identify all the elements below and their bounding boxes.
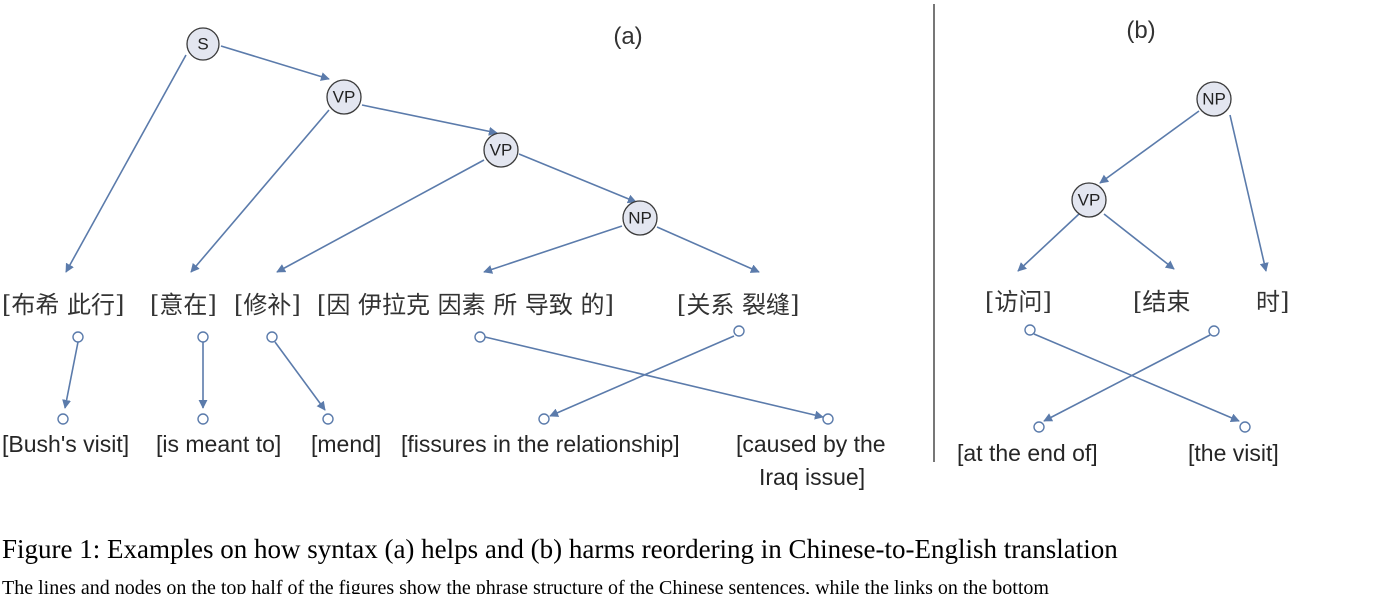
panel-a-alignment-links [62,335,824,420]
edge-vp2-to-xiubu [276,159,485,273]
node-vp-b: VP [1071,182,1107,218]
zh-phrase-jieshu: [结束 [1133,288,1190,316]
zh-phrase-iraq-caused: [因 伊拉克 因素 所 导致 的] [317,291,614,319]
en-phrase-caused-by-the: [caused by the [736,431,886,457]
link-jieshu [1043,334,1211,422]
node-vp-b-label: VP [1078,191,1101,210]
edge-vp1-to-vp2 [361,104,498,136]
port [266,331,278,343]
panel-b-chinese-sentence: [访问] [结束 时] [985,288,1289,316]
port [1033,421,1045,433]
panel-a: (a) S VP VP NP [布希 此行] [意在] [修补] [因 伊拉克 … [2,23,886,490]
edge-vp-to-fangwen [1017,213,1080,272]
node-vp-1-label: VP [333,88,356,107]
node-np-b: NP [1196,81,1232,117]
panel-b: (b) NP VP [访问] [结束 时] [at the end of] [t… [957,17,1289,466]
zh-phrase-yizai: [意在] [150,291,217,319]
panel-b-label: (b) [1126,17,1155,44]
node-np-b-label: NP [1202,90,1226,109]
node-vp-2: VP [483,132,519,168]
zh-phrase-bush-visit: [布希 此行] [2,291,124,319]
edge-np-to-shi [1229,114,1269,272]
panel-a-link-ports [57,325,834,425]
en-phrase-iraq-issue: Iraq issue] [759,464,865,490]
port [1208,325,1220,337]
en-phrase-at-the-end-of: [at the end of] [957,440,1098,466]
link-xiubu [274,341,326,411]
panel-a-chinese-sentence: [布希 此行] [意在] [修补] [因 伊拉克 因素 所 导致 的] [关系 … [2,291,799,319]
port [57,413,69,425]
node-vp-1: VP [326,79,362,115]
link-fangwen [1033,333,1240,422]
caption-title: Figure 1: Examples on how syntax (a) hel… [2,534,1118,564]
edge-np-to-guanxi [656,226,760,273]
panel-b-tree-edges [1017,110,1269,272]
port [1239,421,1251,433]
en-phrase-the-visit: [the visit] [1188,440,1279,466]
en-phrase-bush-visit: [Bush's visit] [2,431,129,457]
port [733,325,745,337]
edge-np-to-yin [483,225,623,274]
panel-b-alignment-links [1033,333,1240,422]
node-vp-2-label: VP [490,141,513,160]
panel-b-english-sentence: [at the end of] [the visit] [957,440,1279,466]
link-bush [62,341,79,409]
en-phrase-is-meant-to: [is meant to] [156,431,281,457]
port [322,413,334,425]
port [1024,324,1036,336]
node-np: NP [622,200,658,236]
port [197,331,209,343]
edge-vp1-to-yizai [190,109,330,273]
node-np-label: NP [628,209,652,228]
port [538,413,550,425]
zh-phrase-relationship-fissure: [关系 裂缝] [677,291,799,319]
link-relationship [549,335,735,417]
edge-vp-to-jieshu [1103,213,1175,270]
zh-phrase-fangwen: [访问] [985,288,1052,316]
en-phrase-fissures: [fissures in the relationship] [401,431,680,457]
port [474,331,486,343]
panel-a-english-sentence: [Bush's visit] [is meant to] [mend] [fis… [2,431,886,490]
edge-s-to-bush [65,54,187,273]
panel-a-tree-edges [65,45,760,274]
edge-s-to-vp1 [220,45,330,81]
zh-phrase-xiubu: [修补] [234,291,301,319]
port [72,331,84,343]
panel-a-label: (a) [613,23,642,50]
link-iraq-caused [484,336,824,420]
port [197,413,209,425]
zh-phrase-shi: 时] [1256,288,1289,316]
en-phrase-mend: [mend] [311,431,381,457]
edge-np-to-vp [1099,110,1200,184]
port [822,413,834,425]
node-s: S [186,27,220,61]
node-s-label: S [197,35,208,54]
reordering-figure: (a) S VP VP NP [布希 此行] [意在] [修补] [因 伊拉克 … [2,4,1289,594]
edge-vp2-to-np [518,153,637,204]
caption-body: The lines and nodes on the top half of t… [2,577,1049,594]
